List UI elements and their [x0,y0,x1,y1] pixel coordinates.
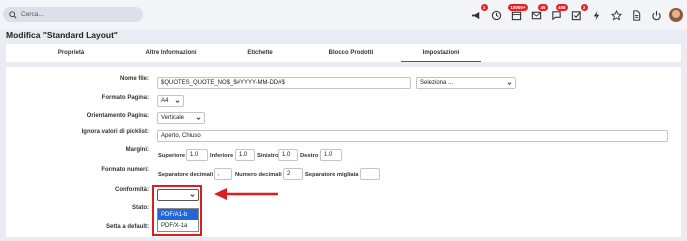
ignora-picklist-input[interactable]: Aperto, Chiuso [157,130,668,142]
star-icon [610,9,622,21]
top-bar: Cerca... 1 10000+ 45 458 2 [0,0,687,30]
margini-label: Margini: [125,147,149,153]
separatore-migliaia-input[interactable] [360,168,380,180]
superiore-input[interactable]: 1.0 [186,149,208,161]
inferiore-label: Inferiore [210,153,234,159]
tab-bar: Proprietà Altre Informazioni Etichette B… [6,44,681,62]
chevron-down-icon [175,100,180,103]
chat-button[interactable]: 458 [548,4,568,23]
power-button[interactable] [648,7,665,23]
toolbar-icons: 1 10000+ 45 458 2 [466,4,687,25]
document-icon [632,9,640,21]
history-button[interactable] [488,7,505,23]
orientamento-select[interactable]: Verticale [157,112,205,124]
separatore-decimali-label: Separatore decimali [158,172,214,178]
search-box[interactable]: Cerca... [3,7,143,22]
setta-default-label: Setta a default: [105,224,149,230]
tab-etichette[interactable]: Etichette [220,44,300,62]
ignora-picklist-label: Ignora valori di picklist: [81,129,149,135]
email-button[interactable]: 45 [528,4,548,23]
nome-file-label: Nome file: [119,76,149,82]
orientamento-value: Verticale [161,115,185,121]
campaign-button[interactable]: 1 [468,4,488,23]
email-badge: 45 [538,4,548,11]
numero-decimali-label: Numero decimali [235,172,282,178]
conformita-label: Conformità: [115,187,149,193]
search-placeholder: Cerca... [21,11,44,18]
destro-label: Destro [300,153,319,159]
power-icon [651,10,661,20]
chat-icon [551,10,561,20]
quick-action-button[interactable] [588,7,605,23]
history-icon [491,10,501,20]
favorites-button[interactable] [608,7,625,23]
page-title: Modifica "Standard Layout" [6,30,118,40]
chevron-down-icon [507,82,512,85]
separatore-decimali-input[interactable]: , [214,168,232,180]
formato-pagina-label: Formato Pagina: [101,95,149,101]
campaign-badge: 1 [480,4,488,11]
tab-altre-informazioni[interactable]: Altre Informazioni [116,44,226,62]
nome-file-select-value: Seleziona ... [420,80,454,86]
arrow-left-icon [214,188,278,200]
calendar-button[interactable]: 10000+ [508,4,528,23]
tab-blocco-prodotti[interactable]: Blocco Prodotti [306,44,396,62]
checkbox-icon [571,10,581,20]
stato-label: Stato: [132,205,149,211]
formato-pagina-value: A4 [161,98,169,104]
separatore-migliaia-label: Separatore migliaia [305,172,359,178]
megaphone-icon [471,11,479,19]
tasks-badge: 2 [580,4,588,11]
nome-file-select[interactable]: Seleziona ... [416,77,516,89]
chat-badge: 458 [555,4,568,11]
orientamento-label: Orientamento Pagina: [86,113,149,119]
numero-decimali-input[interactable]: 2 [283,168,303,180]
tasks-button[interactable]: 2 [568,4,588,23]
search-icon [9,10,17,19]
formato-pagina-select[interactable]: A4 [157,95,184,107]
highlight-box [152,185,202,236]
calendar-badge: 10000+ [508,4,528,11]
calendar-icon [511,11,521,20]
formato-numeri-label: Formato numeri: [101,167,149,173]
nome-file-input[interactable]: $QUOTES_QUOTE_NO$_$#YYYY-MM-DD#$ [157,77,411,89]
lightning-icon [593,10,599,20]
document-button[interactable] [628,7,645,23]
superiore-label: Superiore [158,153,186,159]
chevron-down-icon [196,117,201,120]
sinistro-label: Sinistro [257,153,279,159]
user-avatar[interactable] [669,8,683,22]
sinistro-input[interactable]: 1.0 [278,149,298,161]
destro-input[interactable]: 1.0 [320,149,342,161]
tab-impostazioni[interactable]: Impostazioni [401,44,481,62]
inferiore-input[interactable]: 1.0 [235,149,255,161]
mail-icon [531,11,541,19]
